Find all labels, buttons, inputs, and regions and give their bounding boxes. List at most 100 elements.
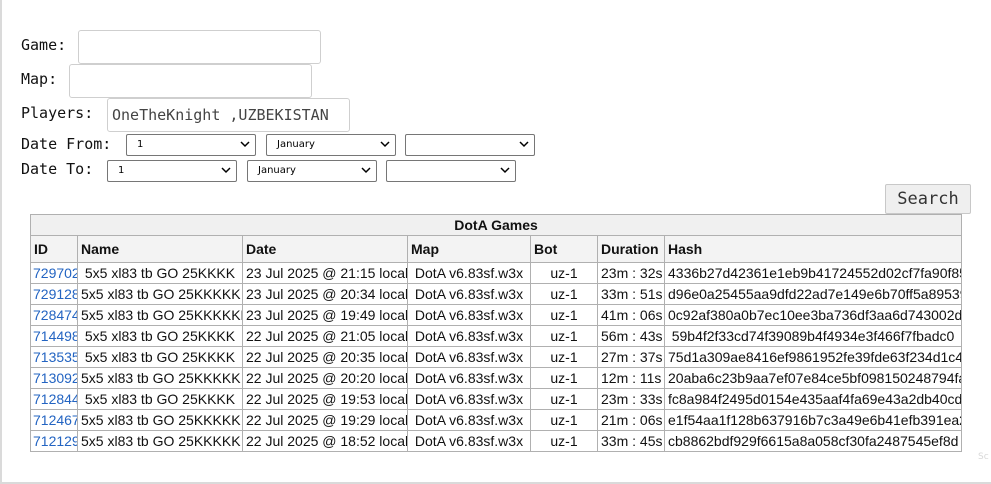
- map-input[interactable]: [69, 64, 312, 98]
- table-row: 728474 5x5 xl83 tb GO 25KKKKKK 23 Jul 2025…: [30, 304, 963, 326]
- cell-id: 728474: [30, 304, 78, 326]
- cell-bot: uz-1: [530, 346, 598, 368]
- cell-date: 22 Jul 2025 @ 20:20 local: [242, 367, 408, 389]
- cell-map: DotA v6.83sf.w3x: [407, 262, 531, 284]
- cell-duration: 23m : 32s: [597, 262, 665, 284]
- cell-bot: uz-1: [530, 409, 598, 431]
- cell-hash: 20aba6c23b9aa7ef07e84ce5bf098150248794fa: [663, 367, 963, 389]
- column-header-duration: Duration: [597, 235, 665, 263]
- column-header-name: Name: [77, 235, 243, 263]
- cell-duration: 33m : 51s: [597, 283, 665, 305]
- table-row: 712129 5x5 xl83 tb GO 25KKKKK 22 Jul 2025 …: [30, 430, 963, 452]
- cell-hash: e1f54aa1f128b637916b7c3a49e6b41efb391ea2: [663, 409, 963, 431]
- cell-name: 5x5 xl83 tb GO 25KKKKK: [77, 283, 243, 305]
- date-to-year-select[interactable]: [386, 160, 516, 182]
- cell-map: DotA v6.83sf.w3x: [407, 367, 531, 389]
- game-input[interactable]: [78, 30, 321, 64]
- cell-duration: 33m : 45s: [597, 430, 665, 452]
- cell-duration: 23m : 33s: [597, 388, 665, 410]
- table-row: 729702 5x5 xl83 tb GO 25KKKK 23 Jul 2025 @…: [30, 262, 963, 284]
- table-header-row: ID Name Date Map Bot Duration Hash: [30, 235, 963, 263]
- cell-id: 712129: [30, 430, 78, 452]
- game-id-link[interactable]: 713535: [33, 349, 77, 365]
- players-label: Players:: [21, 104, 94, 122]
- cell-name: 5x5 xl83 tb GO 25KKKKK: [77, 367, 243, 389]
- game-id-link[interactable]: 729128: [33, 286, 77, 302]
- cell-id: 713535: [30, 346, 78, 368]
- cell-map: DotA v6.83sf.w3x: [407, 283, 531, 305]
- cell-bot: uz-1: [530, 283, 598, 305]
- cell-date: 22 Jul 2025 @ 21:05 local: [242, 325, 408, 347]
- cell-id: 712844: [30, 388, 78, 410]
- cell-bot: uz-1: [530, 388, 598, 410]
- cell-name: 5x5 xl83 tb GO 25KKKK: [77, 262, 243, 284]
- date-from-month-select[interactable]: January: [266, 134, 396, 156]
- cell-id: 714498: [30, 325, 78, 347]
- date-from-year-select[interactable]: [405, 134, 535, 156]
- cell-hash: 59b4f2f33cd74f39089b4f4934e3f466f7fbadc0: [663, 325, 963, 347]
- date-from-month-value: January: [277, 139, 315, 150]
- cell-bot: uz-1: [530, 367, 598, 389]
- chevron-down-icon: [221, 167, 231, 174]
- cell-name: 5x5 xl83 tb GO 25KKKKKK: [77, 304, 243, 326]
- column-header-date: Date: [242, 235, 408, 263]
- game-id-link[interactable]: 712129: [33, 433, 77, 449]
- cell-map: DotA v6.83sf.w3x: [407, 430, 531, 452]
- date-from-day-value: 1: [137, 139, 144, 150]
- date-from-day-select[interactable]: 1: [126, 134, 256, 156]
- game-id-link[interactable]: 728474: [33, 307, 77, 323]
- cell-id: 729128: [30, 283, 78, 305]
- date-to-day-select[interactable]: 1: [107, 160, 237, 182]
- players-input[interactable]: OneTheKnight ,UZBEKISTAN: [107, 98, 350, 132]
- column-header-id: ID: [30, 235, 78, 263]
- game-id-link[interactable]: 713092: [33, 370, 77, 386]
- page-left-border: [0, 0, 2, 484]
- cell-name: 5x5 xl83 tb GO 25KKKK: [77, 346, 243, 368]
- map-label: Map:: [21, 70, 58, 88]
- table-row: 714498 5x5 xl83 tb GO 25KKKK 22 Jul 2025 @…: [30, 325, 963, 347]
- cell-duration: 56m : 43s: [597, 325, 665, 347]
- cell-map: DotA v6.83sf.w3x: [407, 304, 531, 326]
- date-from-label: Date From:: [21, 135, 112, 153]
- cell-id: 712467: [30, 409, 78, 431]
- cell-hash: cb8862bdf929f6615a8a058cf30fa2487545ef8d: [663, 430, 963, 452]
- cell-duration: 12m : 11s: [597, 367, 665, 389]
- date-to-day-value: 1: [118, 165, 125, 176]
- cell-hash: fc8a984f2495d0154e435aaf4fa69e43a2db40cd: [663, 388, 963, 410]
- game-id-link[interactable]: 712844: [33, 391, 77, 407]
- cell-date: 23 Jul 2025 @ 20:34 local: [242, 283, 408, 305]
- column-header-map: Map: [407, 235, 531, 263]
- cell-duration: 27m : 37s: [597, 346, 665, 368]
- cell-bot: uz-1: [530, 430, 598, 452]
- faint-overlay-text: Sc: [978, 452, 989, 462]
- date-to-label: Date To:: [21, 160, 94, 178]
- cell-bot: uz-1: [530, 262, 598, 284]
- cell-map: DotA v6.83sf.w3x: [407, 325, 531, 347]
- cell-hash: 0c92af380a0b7ec10ee3ba736df3aa6d743002d3: [663, 304, 963, 326]
- game-id-link[interactable]: 712467: [33, 412, 77, 428]
- cell-date: 22 Jul 2025 @ 20:35 local: [242, 346, 408, 368]
- date-to-month-select[interactable]: January: [247, 160, 377, 182]
- chevron-down-icon: [240, 141, 250, 148]
- table-row: 712844 5x5 xl83 tb GO 25KKKK 22 Jul 2025 @…: [30, 388, 963, 410]
- table-row: 713535 5x5 xl83 tb GO 25KKKK 22 Jul 2025 @…: [30, 346, 963, 368]
- cell-name: 5x5 xl83 tb GO 25KKKK: [77, 325, 243, 347]
- column-header-hash: Hash: [663, 235, 963, 263]
- table-caption: DotA Games: [29, 214, 963, 236]
- table-row: 713092 5x5 xl83 tb GO 25KKKKK 22 Jul 2025 …: [30, 367, 963, 389]
- chevron-down-icon: [361, 167, 371, 174]
- game-id-link[interactable]: 729702: [33, 265, 77, 281]
- cell-map: DotA v6.83sf.w3x: [407, 346, 531, 368]
- cell-hash: 75d1a309ae8416ef9861952fe39fde63f234d1c4: [663, 346, 963, 368]
- chevron-down-icon: [519, 141, 529, 148]
- search-button[interactable]: Search: [885, 184, 971, 214]
- chevron-down-icon: [500, 167, 510, 174]
- chevron-down-icon: [380, 141, 390, 148]
- game-id-link[interactable]: 714498: [33, 328, 77, 344]
- cell-hash: d96e0a25455aa9dfd22ad7e149e6b70ff5a89539: [663, 283, 963, 305]
- cell-date: 22 Jul 2025 @ 19:53 local: [242, 388, 408, 410]
- table-row: 729128 5x5 xl83 tb GO 25KKKKK 23 Jul 2025 …: [30, 283, 963, 305]
- cell-bot: uz-1: [530, 325, 598, 347]
- cell-date: 23 Jul 2025 @ 19:49 local: [242, 304, 408, 326]
- cell-id: 729702: [30, 262, 78, 284]
